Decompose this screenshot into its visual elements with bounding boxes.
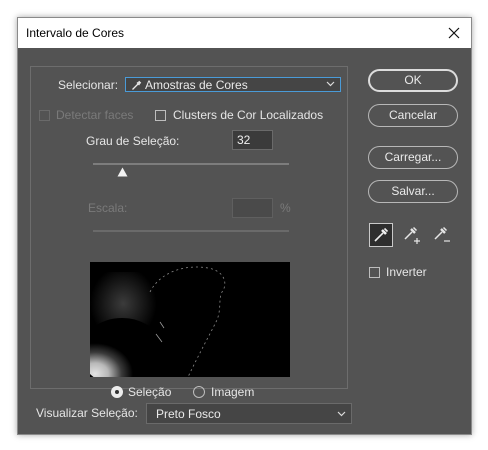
eyedropper-subtract-tool[interactable] [431,223,455,247]
fuzziness-slider-thumb[interactable] [117,167,128,177]
close-icon [448,27,460,39]
range-label: Escala: [88,201,128,215]
selection-radio[interactable] [111,386,123,398]
ok-button[interactable]: OK [368,69,458,92]
selection-mask-image [90,262,290,377]
chevron-down-icon [337,411,346,417]
selection-preview [90,262,290,377]
fuzziness-label: Grau de Seleção: [86,134,180,148]
range-unit: % [280,201,291,215]
color-range-dialog: Intervalo de Cores Selecionar: Amostras … [17,17,472,435]
eyedropper-plus-icon [404,226,420,244]
window-title: Intervalo de Cores [26,26,125,40]
select-dropdown[interactable]: Amostras de Cores [125,77,341,92]
selection-radio-label: Seleção [128,385,172,399]
cancel-button[interactable]: Cancelar [368,104,458,127]
select-label: Selecionar: [58,78,119,92]
eyedropper-tool[interactable] [369,223,393,247]
range-slider-track[interactable] [93,230,289,232]
range-input[interactable] [232,198,273,218]
detect-faces-label: Detectar faces [56,108,134,122]
select-value: Amostras de Cores [145,78,248,92]
fuzziness-input[interactable]: 32 [232,130,273,150]
fuzziness-slider-track[interactable] [93,163,289,165]
save-button[interactable]: Salvar... [368,180,458,203]
clusters-checkbox[interactable] [155,110,166,121]
image-radio[interactable] [193,386,205,398]
selection-preview-dropdown[interactable]: Preto Fosco [146,403,352,424]
clusters-label: Clusters de Cor Localizados [173,108,324,122]
image-radio-label: Imagem [211,385,255,399]
invert-label: Inverter [386,265,427,279]
selection-preview-label: Visualizar Seleção: [36,406,138,420]
eyedropper-icon [374,227,389,242]
options-panel: Selecionar: Amostras de Cores Detectar f… [30,66,348,399]
invert-checkbox[interactable] [369,267,380,278]
eyedropper-add-tool[interactable] [401,223,425,247]
detect-faces-checkbox[interactable] [39,110,50,121]
chevron-down-icon [326,81,335,87]
close-button[interactable] [443,22,465,44]
load-button[interactable]: Carregar... [368,146,458,169]
title-bar: Intervalo de Cores [18,18,471,48]
selection-preview-value: Preto Fosco [156,407,221,421]
eyedropper-icon [132,80,142,90]
eyedropper-minus-icon [434,226,450,242]
